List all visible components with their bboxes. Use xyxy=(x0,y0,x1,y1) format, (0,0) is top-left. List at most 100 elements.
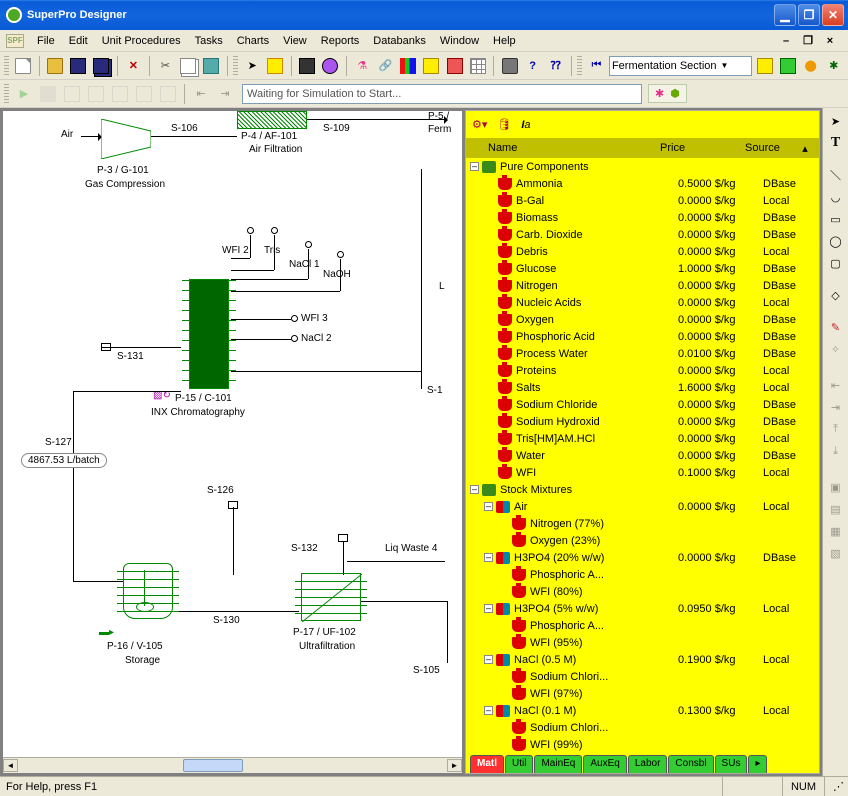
sim-b4[interactable] xyxy=(133,83,155,105)
mdi-close-button[interactable]: × xyxy=(822,34,838,48)
tree-item[interactable]: Carb. Dioxide0.0000 $/kgDBase xyxy=(466,226,819,243)
panel-tool-1[interactable]: ⚙▾ xyxy=(472,118,487,131)
rect-tool-icon[interactable]: ▭ xyxy=(827,210,845,228)
tree-mixture[interactable]: –H3PO4 (5% w/w)0.0950 $/kgLocal xyxy=(466,600,819,617)
menu-charts[interactable]: Charts xyxy=(230,33,276,49)
tree-mixture[interactable]: –H3PO4 (20% w/w)0.0000 $/kgDBase xyxy=(466,549,819,566)
ellipse-tool-icon[interactable]: ◯ xyxy=(827,232,845,250)
tree-item[interactable]: Tris[HM]AM.HCl0.0000 $/kgLocal xyxy=(466,430,819,447)
align-1-icon[interactable]: ⇤ xyxy=(827,376,845,394)
calculator-button[interactable] xyxy=(297,55,318,77)
help-button[interactable]: ? xyxy=(522,55,543,77)
scroll-right-button[interactable]: ► xyxy=(447,759,462,772)
toolbar-grip[interactable] xyxy=(4,84,9,104)
toolbar-grip[interactable] xyxy=(4,56,9,76)
schedule-button[interactable] xyxy=(421,55,442,77)
tag-tool-icon[interactable]: ◇ xyxy=(827,286,845,304)
print-button[interactable] xyxy=(499,55,520,77)
tree-item[interactable]: Process Water0.0100 $/kgDBase xyxy=(466,345,819,362)
tree-mixture[interactable]: –NaCl (0.5 M)0.1900 $/kgLocal xyxy=(466,651,819,668)
tree-item[interactable]: Nitrogen0.0000 $/kgDBase xyxy=(466,277,819,294)
panel-tool-3[interactable]: Ia xyxy=(521,119,530,131)
tree-mixture-component[interactable]: Phosphoric A... xyxy=(466,566,819,583)
tree-mixture-component[interactable]: WFI (97%) xyxy=(466,685,819,702)
panel-tool-2[interactable]: 🛢 xyxy=(497,118,511,131)
sim-b1[interactable] xyxy=(61,83,83,105)
tab-auxeq[interactable]: AuxEq xyxy=(583,755,626,773)
simulate-button[interactable] xyxy=(320,55,341,77)
sim-b2[interactable] xyxy=(85,83,107,105)
chart-tool-button[interactable] xyxy=(398,55,419,77)
tree-item[interactable]: Sodium Chloride0.0000 $/kgDBase xyxy=(466,396,819,413)
tree-item[interactable]: Ammonia0.5000 $/kgDBase xyxy=(466,175,819,192)
pointer-icon[interactable]: ➤ xyxy=(827,112,845,130)
flask-button[interactable]: ⚗ xyxy=(352,55,373,77)
link-button[interactable]: 🔗 xyxy=(375,55,396,77)
tree-mixture[interactable]: –NaCl (0.1 M)0.1300 $/kgLocal xyxy=(466,702,819,719)
menu-help[interactable]: Help xyxy=(486,33,523,49)
tree-item[interactable]: Proteins0.0000 $/kgLocal xyxy=(466,362,819,379)
copy-button[interactable] xyxy=(178,55,199,77)
sim-b5[interactable] xyxy=(157,83,179,105)
tree-mixture-component[interactable]: Phosphoric A... xyxy=(466,617,819,634)
tree-mixture-component[interactable]: Sodium Chlori... xyxy=(466,668,819,685)
tree-group-pure[interactable]: –Pure Components xyxy=(466,158,819,175)
rounded-rect-icon[interactable]: ▢ xyxy=(827,254,845,272)
scroll-up-button[interactable]: ▴ xyxy=(797,142,813,155)
tree-item[interactable]: Phosphoric Acid0.0000 $/kgDBase xyxy=(466,328,819,345)
unit-compressor[interactable] xyxy=(101,119,151,159)
unit-chromatography-column[interactable] xyxy=(189,279,229,389)
sim-prev-button[interactable]: ⇤ xyxy=(190,83,212,105)
tab-util[interactable]: Util xyxy=(505,755,533,773)
tree-mixture[interactable]: –Air0.0000 $/kgLocal xyxy=(466,498,819,515)
nav-button-3[interactable]: ⬤ xyxy=(800,55,821,77)
align-3-icon[interactable]: ⤒ xyxy=(827,420,845,438)
pointer-tool-button[interactable]: ➤ xyxy=(242,55,263,77)
delete-button[interactable]: ✕ xyxy=(123,55,144,77)
tree-item[interactable]: B-Gal0.0000 $/kgLocal xyxy=(466,192,819,209)
tree-item[interactable]: Nucleic Acids0.0000 $/kgLocal xyxy=(466,294,819,311)
toolbar-grip[interactable] xyxy=(577,56,582,76)
scroll-thumb[interactable] xyxy=(183,759,243,772)
menu-view[interactable]: View xyxy=(276,33,314,49)
mdi-minimize-button[interactable]: – xyxy=(778,34,794,48)
mdi-restore-button[interactable]: ❐ xyxy=(800,34,816,48)
sim-next-button[interactable]: ⇥ xyxy=(214,83,236,105)
scroll-left-button[interactable]: ◄ xyxy=(3,759,18,772)
tree-item[interactable]: Oxygen0.0000 $/kgDBase xyxy=(466,311,819,328)
menu-edit[interactable]: Edit xyxy=(62,33,95,49)
close-button[interactable]: ✕ xyxy=(822,4,844,26)
tab-matl[interactable]: Matl xyxy=(470,755,504,773)
tree-item[interactable]: Debris0.0000 $/kgLocal xyxy=(466,243,819,260)
open-file-button[interactable] xyxy=(45,55,66,77)
bring-front-icon[interactable]: ▣ xyxy=(827,478,845,496)
new-file-button[interactable] xyxy=(13,55,34,77)
eyedropper-icon[interactable]: ✎ xyxy=(827,318,845,336)
tree-item[interactable]: Water0.0000 $/kgDBase xyxy=(466,447,819,464)
tab-sus[interactable]: SUs xyxy=(715,755,748,773)
nav-button-4[interactable]: ✱ xyxy=(823,55,844,77)
tree-item[interactable]: Sodium Hydroxid0.0000 $/kgDBase xyxy=(466,413,819,430)
tree-mixture-component[interactable]: WFI (80%) xyxy=(466,583,819,600)
panel-header[interactable]: Name Price Source ▴ xyxy=(465,138,820,158)
menu-tasks[interactable]: Tasks xyxy=(188,33,230,49)
tree-item[interactable]: Salts1.6000 $/kgLocal xyxy=(466,379,819,396)
menu-window[interactable]: Window xyxy=(433,33,486,49)
toolbar-grip[interactable] xyxy=(233,56,238,76)
menu-databanks[interactable]: Databanks xyxy=(366,33,433,49)
save-button[interactable] xyxy=(68,55,89,77)
context-help-button[interactable]: ⁇ xyxy=(545,55,566,77)
tab-overflow[interactable]: ▸ xyxy=(748,755,767,773)
unit-ultrafiltration[interactable] xyxy=(301,573,361,621)
save-all-button[interactable] xyxy=(91,55,112,77)
sim-b3[interactable] xyxy=(109,83,131,105)
tree-item[interactable]: Biomass0.0000 $/kgDBase xyxy=(466,209,819,226)
tree-item[interactable]: Glucose1.0000 $/kgDBase xyxy=(466,260,819,277)
line-tool-icon[interactable]: ＼ xyxy=(827,166,845,184)
menu-file[interactable]: File xyxy=(30,33,62,49)
tab-maineq[interactable]: MainEq xyxy=(534,755,582,773)
nav-button-2[interactable] xyxy=(777,55,798,77)
tree-group-stock[interactable]: –Stock Mixtures xyxy=(466,481,819,498)
tree-mixture-component[interactable]: WFI (95%) xyxy=(466,634,819,651)
menu-unit-procedures[interactable]: Unit Procedures xyxy=(95,33,188,49)
